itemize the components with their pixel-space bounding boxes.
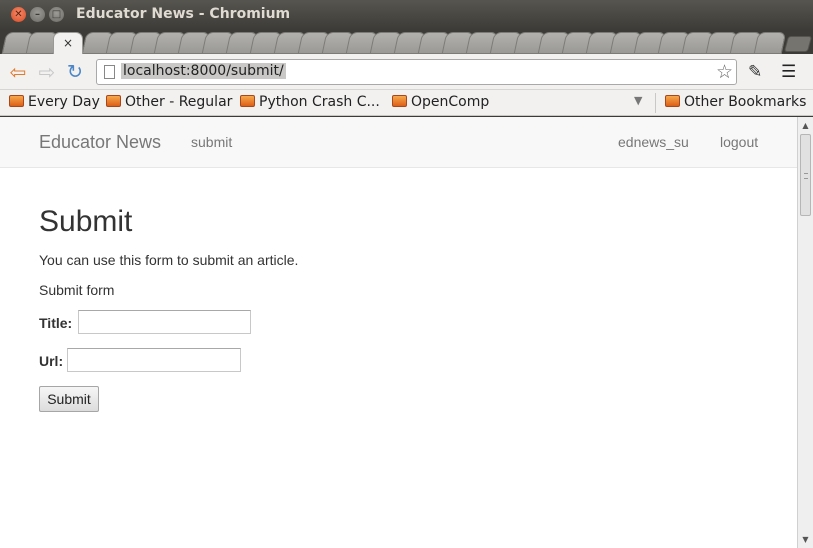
bookmark-label: Other - Regular (125, 94, 233, 110)
nav-user-link[interactable]: ednews_su (618, 134, 689, 150)
other-bookmarks-folder[interactable]: Other Bookmarks (665, 94, 806, 110)
bookmark-star-icon[interactable]: ☆ (716, 61, 733, 83)
site-navbar: Educator News submit ednews_su logout (0, 117, 797, 168)
title-label: Title: (39, 315, 73, 331)
form-caption: Submit form (39, 282, 115, 298)
window-minimize-button[interactable]: – (30, 7, 45, 22)
eyedropper-extension-icon[interactable]: ✎ (748, 62, 762, 82)
folder-icon (240, 95, 255, 107)
page-title: Submit (39, 205, 133, 238)
hamburger-menu-icon[interactable]: ☰ (781, 62, 796, 82)
scroll-down-arrow-icon[interactable]: ▼ (800, 534, 811, 545)
browser-toolbar: ⇦ ⇨ ↻ localhost:8000/submit/ ☆ ✎ ☰ (0, 54, 813, 90)
new-tab-button[interactable] (783, 36, 813, 52)
page-viewport: Educator News submit ednews_su logout Su… (0, 117, 797, 548)
bookmark-label: OpenComp (411, 94, 490, 110)
submit-button[interactable]: Submit (39, 386, 99, 412)
bookmark-folder[interactable]: Python Crash C... (240, 94, 380, 110)
bookmarks-bar: Every Day Other - Regular Python Crash C… (0, 90, 813, 116)
window-title: Educator News - Chromium (76, 6, 291, 22)
vertical-scrollbar[interactable]: ▲ ▼ (797, 117, 813, 548)
bookmark-folder[interactable]: OpenComp (392, 94, 489, 110)
bookmark-label: Python Crash C... (259, 94, 380, 110)
back-arrow-icon[interactable]: ⇦ (8, 62, 28, 82)
url-text[interactable]: localhost:8000/submit/ (121, 63, 286, 79)
nav-submit-link[interactable]: submit (191, 134, 232, 150)
tab-strip: × (0, 30, 813, 54)
folder-icon (106, 95, 121, 107)
scrollbar-thumb[interactable] (800, 134, 811, 216)
title-input[interactable] (78, 310, 251, 334)
address-bar[interactable]: localhost:8000/submit/ ☆ (96, 59, 737, 85)
url-input[interactable] (67, 348, 241, 372)
page-icon (104, 65, 115, 79)
bookmark-label: Every Day (28, 94, 100, 110)
scrollbar-grip (804, 173, 808, 179)
reload-icon[interactable]: ↻ (65, 62, 85, 82)
nav-logout-link[interactable]: logout (720, 134, 758, 150)
bookmark-folder[interactable]: Other - Regular (106, 94, 232, 110)
bookmark-folder[interactable]: Every Day (9, 94, 100, 110)
bookmark-label: Other Bookmarks (684, 94, 807, 110)
window-titlebar: ✕ – □ Educator News - Chromium (0, 0, 813, 30)
scroll-up-arrow-icon[interactable]: ▲ (800, 120, 811, 131)
folder-icon (392, 95, 407, 107)
site-brand-link[interactable]: Educator News (39, 132, 161, 153)
tab-close-icon[interactable]: × (60, 35, 76, 51)
folder-icon (665, 95, 680, 107)
background-tab[interactable] (753, 32, 787, 54)
bookmarks-divider (655, 93, 656, 113)
forward-arrow-icon[interactable]: ⇨ (37, 62, 57, 82)
page-intro-text: You can use this form to submit an artic… (39, 252, 299, 268)
window-maximize-button[interactable]: □ (49, 7, 64, 22)
window-close-button[interactable]: ✕ (11, 7, 26, 22)
bookmarks-overflow-chevron-icon[interactable]: ▼ (634, 94, 642, 107)
url-label: Url: (39, 353, 64, 369)
folder-icon (9, 95, 24, 107)
